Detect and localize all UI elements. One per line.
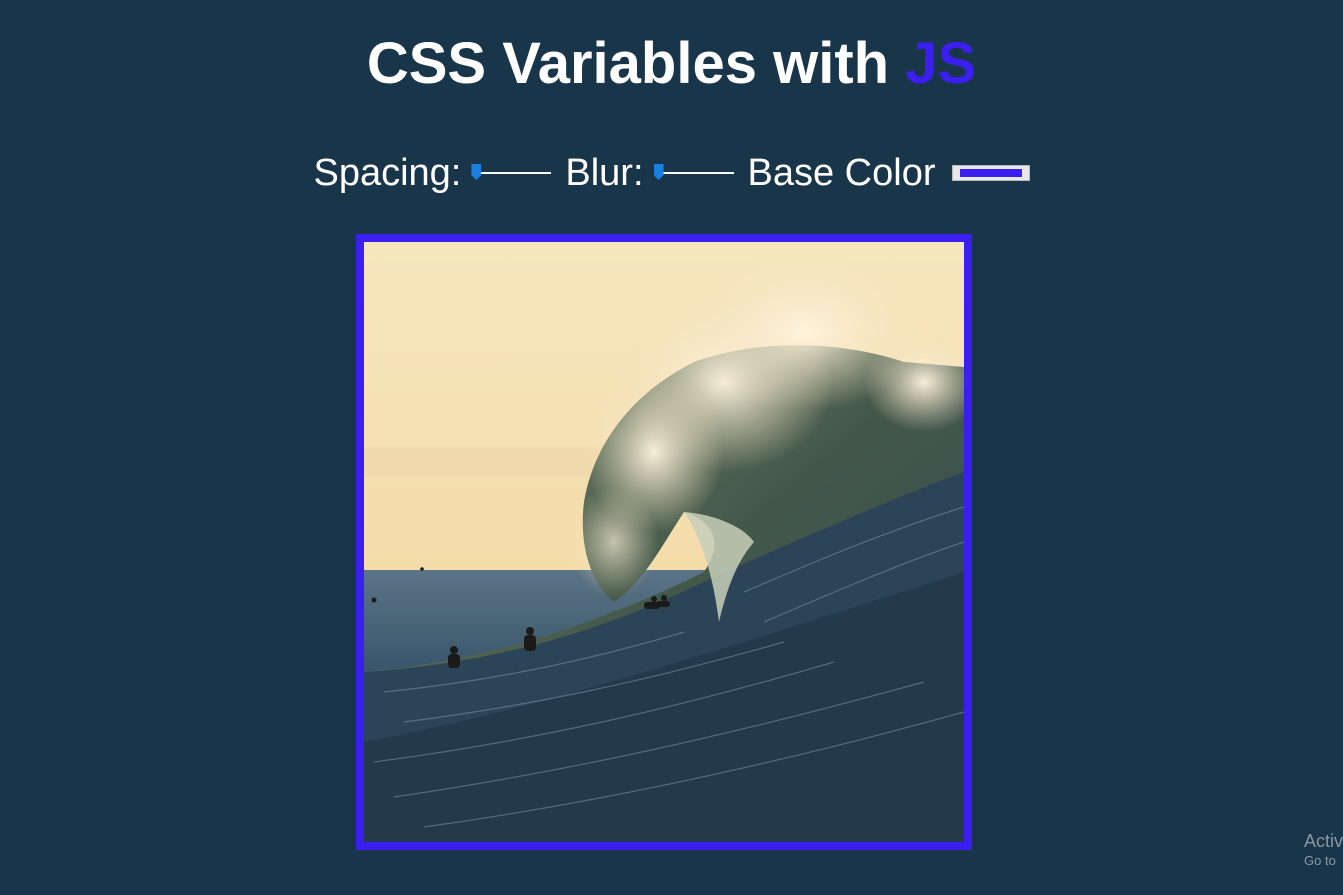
blur-label: Blur: [565,152,644,194]
spacing-slider[interactable] [471,163,552,183]
base-color-label: Base Color [747,152,936,194]
blur-slider[interactable] [653,163,734,183]
page: CSS Variables with JS Spacing: Blur: Bas… [0,0,1343,895]
title-highlight: JS [905,31,977,96]
base-color-swatch [959,169,1022,177]
watermark-line-1: Activ [1304,831,1343,851]
controls-bar: Spacing: Blur: Base Color [0,148,1343,198]
spacing-slider-thumb[interactable] [471,164,482,180]
spacing-label: Spacing: [313,152,462,194]
photo-frame [356,234,972,850]
blur-slider-track [659,172,734,174]
base-color-picker[interactable] [951,165,1030,181]
windows-activation-watermark: Activ Go to [1304,830,1343,870]
watermark-line-2: Go to [1304,853,1336,868]
blur-slider-thumb[interactable] [653,164,664,180]
spacing-slider-track [477,172,552,174]
title-text: CSS Variables with [366,31,906,96]
wave-photo [364,242,964,842]
page-title: CSS Variables with JS [0,30,1343,98]
